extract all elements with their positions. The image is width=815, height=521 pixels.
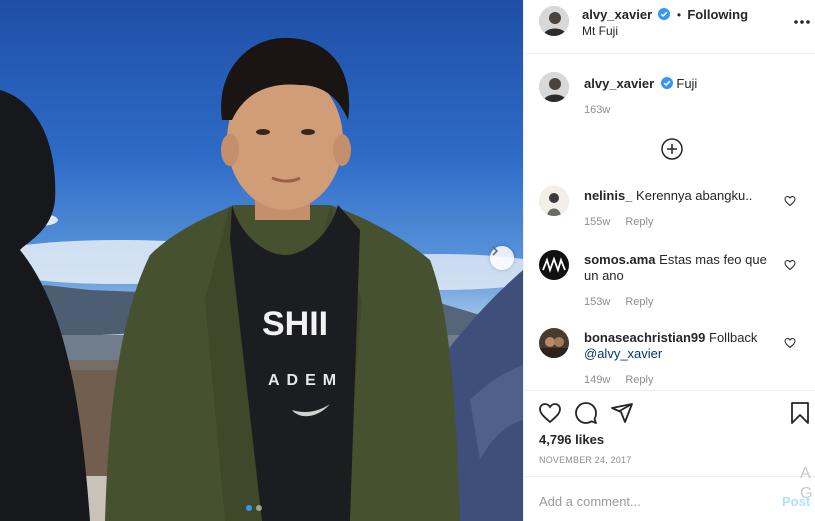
commenter-avatar[interactable] — [539, 250, 569, 280]
post-date[interactable]: NOVEMBER 24, 2017 — [539, 455, 631, 465]
heart-icon[interactable] — [784, 337, 796, 349]
avatar-image — [539, 6, 569, 36]
comment-input[interactable] — [539, 491, 769, 511]
heart-icon[interactable] — [538, 401, 562, 425]
svg-text:SHII: SHII — [262, 305, 328, 343]
avatar-image — [539, 250, 569, 280]
svg-text:ADEM: ADEM — [268, 372, 343, 389]
chevron-right-icon — [492, 246, 499, 256]
post-header: alvy_xavier • Following Mt Fuji — [524, 0, 815, 54]
reply-button[interactable]: Reply — [625, 296, 653, 308]
bookmark-icon[interactable] — [788, 401, 812, 425]
caption-age[interactable]: 163w — [584, 104, 610, 116]
comment-text: Kerennya abangku.. — [636, 188, 753, 203]
plus-circle-icon[interactable] — [660, 137, 684, 161]
verified-badge-icon — [660, 77, 673, 89]
caption-username[interactable]: alvy_xavier — [584, 76, 654, 91]
carousel-dot — [256, 505, 262, 511]
location-link[interactable]: Mt Fuji — [582, 24, 618, 38]
commenter-username[interactable]: somos.ama — [584, 252, 656, 267]
reply-button[interactable]: Reply — [625, 216, 653, 228]
post-photo[interactable]: SHII ADEM — [0, 0, 523, 521]
reply-button[interactable]: Reply — [625, 374, 653, 386]
like-count[interactable]: 4,796 likes — [539, 432, 604, 447]
heart-icon[interactable] — [784, 259, 796, 271]
photo-illustration: SHII ADEM — [0, 37, 523, 521]
header-separator: • — [676, 8, 682, 22]
avatar-image — [539, 328, 569, 358]
more-options-icon[interactable] — [792, 12, 812, 32]
post-side-panel: alvy_xavier • Following Mt Fuji alvy_xav… — [523, 0, 815, 521]
comment-age[interactable]: 153w — [584, 296, 610, 308]
carousel-indicator — [246, 505, 262, 511]
caption-author-avatar[interactable] — [539, 72, 569, 102]
watermark-line: G — [800, 485, 813, 502]
comment-age[interactable]: 155w — [584, 216, 610, 228]
commenter-username[interactable]: nelinis_ — [584, 188, 632, 203]
following-button[interactable]: Following — [687, 7, 748, 22]
activation-watermark: A G — [800, 464, 812, 504]
comment-text: Follback — [709, 330, 758, 345]
commenter-avatar[interactable] — [539, 328, 569, 358]
avatar-image — [539, 186, 569, 216]
verified-badge-icon — [658, 8, 671, 20]
comment-composer: Post — [524, 476, 815, 521]
commenter-username[interactable]: bonaseachristian99 — [584, 330, 705, 345]
heart-icon[interactable] — [784, 195, 796, 207]
post-actions: 4,796 likes NOVEMBER 24, 2017 — [524, 390, 815, 476]
share-icon[interactable] — [610, 401, 634, 425]
commenter-avatar[interactable] — [539, 186, 569, 216]
comment-mention[interactable]: @alvy_xavier — [584, 346, 662, 361]
watermark-line: A — [800, 465, 811, 482]
author-avatar[interactable] — [539, 6, 569, 36]
caption-text: Fuji — [676, 76, 698, 91]
carousel-dot-active — [246, 505, 252, 511]
author-username[interactable]: alvy_xavier — [582, 7, 652, 22]
next-slide-button[interactable] — [490, 246, 514, 270]
comment-icon[interactable] — [574, 401, 598, 425]
comment-age[interactable]: 149w — [584, 374, 610, 386]
avatar-image — [539, 72, 569, 102]
